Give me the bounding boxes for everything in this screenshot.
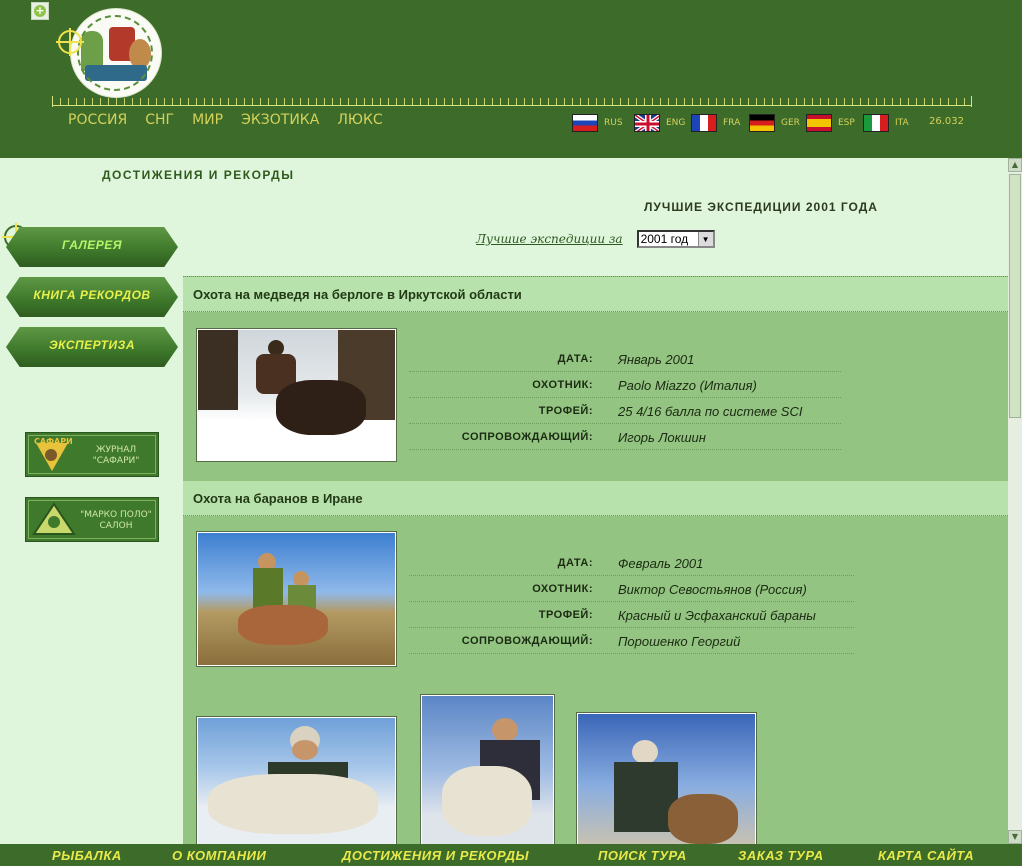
entry-header: Охота на медведя на берлоге в Иркутской …	[183, 277, 1008, 312]
info-key: ТРОФЕЙ:	[538, 609, 593, 621]
bear-hunt-photo[interactable]	[197, 329, 396, 461]
bottom-nav-achievements[interactable]: ДОСТИЖЕНИЯ И РЕКОРДЫ	[342, 848, 529, 863]
top-nav: РОССИЯ СНГ МИР ЭКЗОТИКА ЛЮКС	[68, 112, 401, 132]
info-key: ОХОТНИК:	[532, 583, 593, 595]
info-value: Игорь Локшин	[605, 425, 841, 449]
info-row: ДАТА: Февраль 2001	[409, 551, 854, 576]
lang-esp[interactable]: ESP	[806, 114, 855, 132]
marco-polo-logo-icon	[32, 502, 76, 535]
info-row: ТРОФЕЙ: 25 4/16 балла по системе SCI	[409, 399, 841, 424]
side-menu-label: КНИГА РЕКОРДОВ	[33, 288, 151, 302]
lang-eng[interactable]: ENG	[634, 114, 685, 132]
site-logo[interactable]	[70, 8, 162, 98]
top-nav-russia[interactable]: РОССИЯ	[68, 112, 127, 132]
top-nav-cis[interactable]: СНГ	[145, 112, 174, 132]
info-row: ОХОТНИК: Виктор Севостьянов (Россия)	[409, 577, 854, 602]
spain-flag-icon	[806, 114, 832, 132]
expeditions-list: Охота на медведя на берлоге в Иркутской …	[183, 276, 1008, 847]
bottom-nav-sitemap[interactable]: КАРТА САЙТА	[878, 848, 974, 863]
lang-code: ESP	[838, 118, 855, 128]
info-value: Февраль 2001	[605, 551, 854, 575]
page-subtitle: ЛУЧШИЕ ЭКСПЕДИЦИИ 2001 ГОДА	[644, 200, 878, 214]
chevron-down-icon[interactable]: ▼	[697, 232, 713, 246]
france-flag-icon	[691, 114, 717, 132]
promo-line: "САФАРИ"	[92, 456, 140, 466]
info-value: Порошенко Георгий	[605, 629, 854, 653]
date-code: 26.032	[929, 116, 964, 127]
sheep-hunt-photo[interactable]	[197, 532, 396, 666]
entry-title: Охота на медведя на берлоге в Иркутской …	[193, 287, 522, 302]
year-select[interactable]: 2001 год ▼	[636, 230, 715, 248]
site-header: + РОССИЯ СНГ МИР ЭКЗОТИКА ЛЮКС RUS ENG F…	[0, 0, 1022, 158]
marco-polo-salon-banner[interactable]: "МАРКО ПОЛО" САЛОН	[25, 497, 159, 542]
info-row: СОПРОВОЖДАЮЩИЙ: Игорь Локшин	[409, 425, 841, 450]
italy-flag-icon	[863, 114, 889, 132]
side-menu-gallery[interactable]: ГАЛЕРЕЯ	[6, 227, 178, 267]
lang-code: ITA	[895, 118, 909, 128]
side-menu-record-book[interactable]: КНИГА РЕКОРДОВ	[6, 277, 178, 317]
bottom-nav-tour-search[interactable]: ПОИСК ТУРА	[598, 848, 687, 863]
info-key: СОПРОВОЖДАЮЩИЙ:	[461, 431, 593, 443]
info-value: Виктор Севостьянов (Россия)	[605, 577, 854, 601]
ruler-divider	[52, 96, 972, 108]
scrollbar-thumb[interactable]	[1009, 174, 1021, 418]
safari-brand: САФАРИ	[34, 437, 73, 446]
bottom-nav: РЫБАЛКА О КОМПАНИИ ДОСТИЖЕНИЯ И РЕКОРДЫ …	[0, 844, 1022, 866]
info-key: ДАТА:	[557, 557, 593, 569]
lang-code: FRA	[723, 118, 741, 128]
year-select-value: 2001 год	[640, 232, 689, 246]
lang-code: GER	[781, 118, 800, 128]
scroll-down-icon[interactable]: ▼	[1008, 830, 1022, 844]
uk-flag-icon	[634, 114, 660, 132]
lang-fra[interactable]: FRA	[691, 114, 740, 132]
year-selector-label[interactable]: Лучшие экспедиции за	[476, 232, 623, 246]
info-row: ТРОФЕЙ: Красный и Эсфаханский бараны	[409, 603, 854, 628]
top-nav-world[interactable]: МИР	[192, 112, 223, 132]
section-title: ДОСТИЖЕНИЯ И РЕКОРДЫ	[102, 168, 295, 182]
promo-line: ЖУРНАЛ	[95, 445, 137, 455]
plus-icon: +	[34, 4, 46, 17]
gallery-photo[interactable]	[197, 717, 396, 847]
info-value: Январь 2001	[605, 347, 841, 371]
bottom-nav-tour-order[interactable]: ЗАКАЗ ТУРА	[738, 848, 824, 863]
info-key: ДАТА:	[557, 353, 593, 365]
lang-ita[interactable]: ITA	[863, 114, 909, 132]
lang-ger[interactable]: GER	[749, 114, 800, 132]
info-key: СОПРОВОЖДАЮЩИЙ:	[461, 635, 593, 647]
side-menu-label: ГАЛЕРЕЯ	[61, 238, 123, 252]
info-row: ОХОТНИК: Paolo Miazzo (Италия)	[409, 373, 841, 398]
lang-code: ENG	[666, 118, 686, 128]
entry-header: Охота на баранов в Иране	[183, 481, 1008, 516]
scrollbar[interactable]: ▲ ▼	[1008, 158, 1022, 844]
side-menu-expertise[interactable]: ЭКСПЕРТИЗА	[6, 327, 178, 367]
scroll-up-icon[interactable]: ▲	[1008, 158, 1022, 172]
lang-code: RUS	[604, 118, 623, 128]
side-menu-label: ЭКСПЕРТИЗА	[48, 338, 136, 352]
info-key: ТРОФЕЙ:	[538, 405, 593, 417]
top-nav-exotic[interactable]: ЭКЗОТИКА	[241, 112, 319, 132]
promo-line: САЛОН	[99, 521, 133, 531]
expand-button[interactable]: +	[31, 2, 49, 20]
crosshair-icon	[56, 28, 84, 56]
info-key: ОХОТНИК:	[532, 379, 593, 391]
year-selector-row: Лучшие экспедиции за 2001 год ▼	[476, 230, 715, 248]
entry-title: Охота на баранов в Иране	[193, 491, 363, 506]
lang-rus[interactable]: RUS	[572, 114, 623, 132]
safari-magazine-banner[interactable]: САФАРИ ЖУРНАЛ "САФАРИ"	[25, 432, 159, 477]
gallery-photo[interactable]	[577, 713, 756, 847]
top-nav-lux[interactable]: ЛЮКС	[337, 112, 382, 132]
promo-line: "МАРКО ПОЛО"	[80, 510, 152, 520]
bottom-nav-fishing[interactable]: РЫБАЛКА	[52, 848, 122, 863]
russia-flag-icon	[572, 114, 598, 132]
gallery-photo[interactable]	[421, 695, 554, 847]
germany-flag-icon	[749, 114, 775, 132]
bottom-nav-about[interactable]: О КОМПАНИИ	[172, 848, 266, 863]
info-value: 25 4/16 балла по системе SCI	[605, 399, 841, 423]
info-value: Paolo Miazzo (Италия)	[605, 373, 841, 397]
info-value: Красный и Эсфаханский бараны	[605, 603, 854, 627]
info-row: ДАТА: Январь 2001	[409, 347, 841, 372]
info-row: СОПРОВОЖДАЮЩИЙ: Порошенко Георгий	[409, 629, 854, 654]
